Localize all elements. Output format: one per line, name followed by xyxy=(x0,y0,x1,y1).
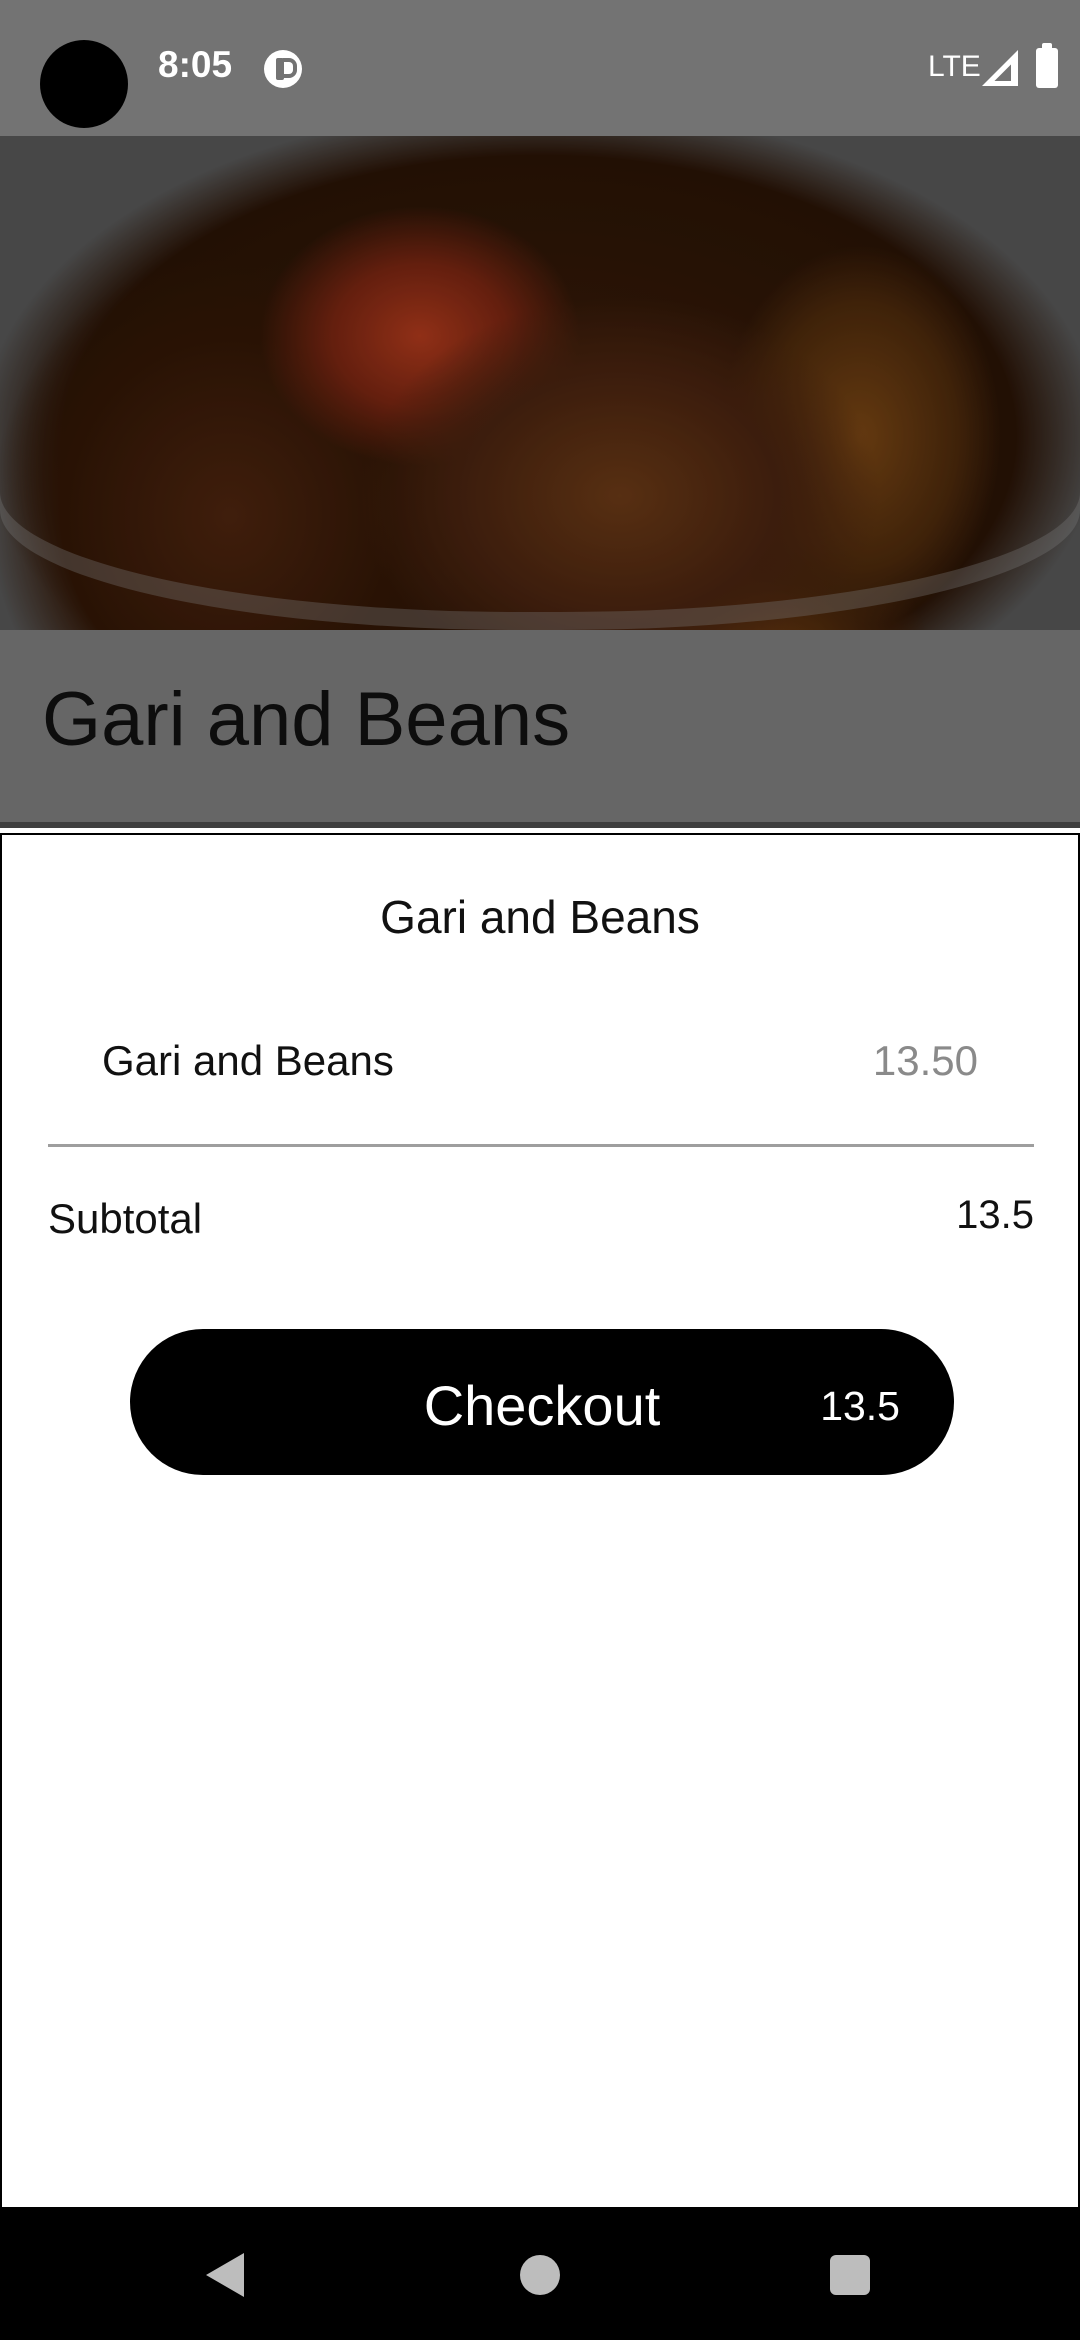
status-time: 8:05 xyxy=(158,44,233,85)
sheet-title: Gari and Beans xyxy=(380,891,700,943)
navigation-bar xyxy=(0,2207,1080,2340)
checkout-button[interactable]: Checkout 13.5 xyxy=(130,1329,954,1475)
sheet-divider xyxy=(48,1144,1034,1147)
network-type: LTE xyxy=(928,50,981,83)
home-icon[interactable] xyxy=(520,2255,560,2295)
battery-icon xyxy=(1036,43,1058,88)
notification-app-icon xyxy=(264,50,302,88)
scrim-overlay xyxy=(0,136,1080,630)
hero-food-image xyxy=(0,136,1080,630)
subtotal-label: Subtotal xyxy=(48,1195,203,1242)
recents-icon[interactable] xyxy=(830,2255,870,2295)
cart-bottom-sheet: Gari and Beans Gari and Beans 13.50 Subt… xyxy=(0,833,1080,2207)
background-divider xyxy=(0,822,1080,828)
camera-cutout xyxy=(40,40,128,128)
cart-item-name: Gari and Beans xyxy=(102,1037,394,1084)
signal-icon xyxy=(982,50,1018,86)
back-icon[interactable] xyxy=(206,2253,244,2297)
status-bar: 8:05 LTE xyxy=(0,0,1080,136)
subtotal-value: 13.5 xyxy=(956,1193,1034,1237)
background-page-title: Gari and Beans xyxy=(42,677,571,762)
cart-item-price: 13.50 xyxy=(872,1037,978,1084)
screen: 8:05 LTE Gari and Beans Gari and Beans G… xyxy=(0,0,1080,2340)
checkout-amount: 13.5 xyxy=(820,1383,900,1429)
